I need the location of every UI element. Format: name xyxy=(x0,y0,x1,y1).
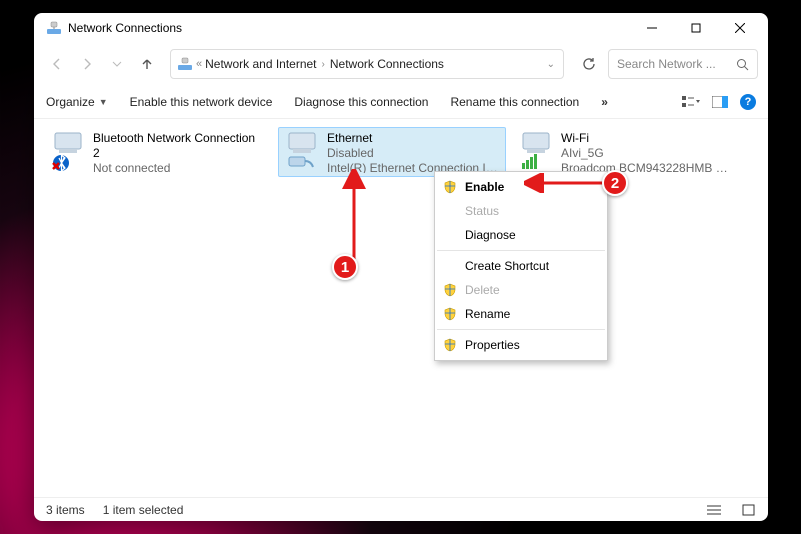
adapter-name: Wi-Fi xyxy=(561,131,733,146)
overflow-cmd[interactable]: » xyxy=(601,95,608,109)
recent-dropdown[interactable] xyxy=(104,51,130,77)
details-view-icon[interactable] xyxy=(706,502,722,518)
search-icon xyxy=(736,58,749,71)
ctx-rename[interactable]: Rename xyxy=(435,302,607,326)
ctx-separator xyxy=(437,329,605,330)
address-icon xyxy=(177,56,193,72)
search-placeholder: Search Network ... xyxy=(617,57,730,71)
ctx-properties[interactable]: Properties xyxy=(435,333,607,357)
chevron-right-icon: › xyxy=(320,59,327,70)
content-area[interactable]: Bluetooth Network Connection 2 Not conne… xyxy=(34,119,768,497)
context-menu: Enable Status Diagnose Create Shortcut D… xyxy=(434,171,608,361)
adapter-name: Bluetooth Network Connection 2 xyxy=(93,131,265,161)
organize-menu[interactable]: Organize▼ xyxy=(46,95,108,109)
navbar: « Network and Internet › Network Connect… xyxy=(34,43,768,85)
adapter-status: AIvi_5G xyxy=(561,146,733,161)
status-selected-count: 1 item selected xyxy=(103,503,184,517)
large-icons-view-icon[interactable] xyxy=(740,502,756,518)
ctx-diagnose[interactable]: Diagnose xyxy=(435,223,607,247)
enable-device-cmd[interactable]: Enable this network device xyxy=(130,95,273,109)
adapter-ethernet[interactable]: Ethernet Disabled Intel(R) Ethernet Conn… xyxy=(278,127,506,177)
window-title: Network Connections xyxy=(68,21,182,35)
adapter-status: Not connected xyxy=(93,161,265,173)
explorer-window: Network Connections « Network and Intern… xyxy=(34,13,768,521)
adapter-wifi[interactable]: Wi-Fi AIvi_5G Broadcom BCM943228HMB 802.… xyxy=(512,127,740,177)
statusbar: 3 items 1 item selected xyxy=(34,497,768,521)
adapter-name: Ethernet xyxy=(327,131,499,146)
back-button[interactable] xyxy=(44,51,70,77)
shield-icon xyxy=(443,180,457,194)
search-input[interactable]: Search Network ... xyxy=(608,49,758,79)
shield-icon xyxy=(443,338,457,352)
diagnose-cmd[interactable]: Diagnose this connection xyxy=(294,95,428,109)
app-icon xyxy=(46,20,62,36)
forward-button[interactable] xyxy=(74,51,100,77)
ethernet-adapter-icon xyxy=(285,131,321,171)
crumb-prefix: « xyxy=(196,58,202,70)
address-bar[interactable]: « Network and Internet › Network Connect… xyxy=(170,49,564,79)
annotation-badge-1: 1 xyxy=(332,254,358,280)
preview-pane-icon[interactable] xyxy=(712,96,728,108)
bluetooth-adapter-icon xyxy=(51,131,87,171)
shield-icon xyxy=(443,307,457,321)
command-bar: Organize▼ Enable this network device Dia… xyxy=(34,85,768,119)
status-item-count: 3 items xyxy=(46,503,85,517)
chevron-down-icon[interactable]: ⌄ xyxy=(545,59,557,70)
view-layout-icon[interactable] xyxy=(682,95,700,109)
close-button[interactable] xyxy=(718,13,762,43)
annotation-badge-2: 2 xyxy=(602,170,628,196)
rename-cmd[interactable]: Rename this connection xyxy=(450,95,579,109)
adapter-bluetooth[interactable]: Bluetooth Network Connection 2 Not conne… xyxy=(44,127,272,177)
ctx-status: Status xyxy=(435,199,607,223)
crumb-network-internet[interactable]: Network and Internet xyxy=(205,57,316,71)
help-icon[interactable]: ? xyxy=(740,94,756,110)
up-button[interactable] xyxy=(134,51,160,77)
ctx-delete: Delete xyxy=(435,278,607,302)
ctx-enable[interactable]: Enable xyxy=(435,175,607,199)
ctx-create-shortcut[interactable]: Create Shortcut xyxy=(435,254,607,278)
adapter-status: Disabled xyxy=(327,146,499,161)
shield-icon xyxy=(443,283,457,297)
ctx-separator xyxy=(437,250,605,251)
refresh-button[interactable] xyxy=(574,49,604,79)
titlebar: Network Connections xyxy=(34,13,768,43)
maximize-button[interactable] xyxy=(674,13,718,43)
minimize-button[interactable] xyxy=(630,13,674,43)
wifi-adapter-icon xyxy=(519,131,555,171)
crumb-network-connections[interactable]: Network Connections xyxy=(330,57,444,71)
